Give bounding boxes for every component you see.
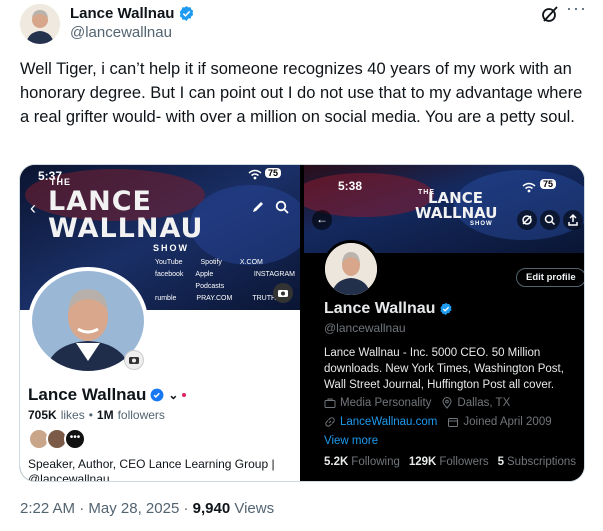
badge-pray: PRAY.COM — [196, 295, 233, 302]
view-more-link[interactable]: View more — [324, 435, 378, 447]
right-profile-name-row: Lance Wallnau — [324, 300, 453, 318]
left-edit-icon[interactable] — [251, 200, 265, 214]
following-label[interactable]: Following — [351, 456, 400, 468]
link-icon — [325, 417, 335, 427]
left-verified-icon — [150, 388, 164, 402]
left-bio-line: Speaker, Author, CEO Lance Learning Grou… — [28, 457, 275, 471]
right-verified-icon — [440, 302, 452, 316]
location-pin-icon — [442, 397, 452, 409]
meta-separator: · — [183, 500, 189, 517]
badge-apple: Apple Podcasts — [195, 271, 225, 290]
left-avatar-camera-icon[interactable] — [124, 350, 144, 370]
tweet-meta: 2:22 AM · May 28, 2025 · 9,940 Views — [20, 500, 274, 517]
author-name-row[interactable]: Lance Wallnau — [70, 5, 195, 22]
left-followers-label: followers — [117, 408, 165, 422]
right-share-icon[interactable] — [563, 210, 583, 230]
right-meta-row1: Media Personality Dallas, TX — [324, 397, 510, 409]
badge-youtube: YouTube — [155, 259, 183, 266]
author-handle[interactable]: @lancewallnau — [70, 24, 172, 41]
left-battery: 75 — [265, 168, 282, 178]
more-followers-icon: ••• — [64, 428, 86, 450]
left-banner-camera-icon[interactable] — [273, 283, 293, 303]
briefcase-icon — [324, 398, 336, 408]
views-count: 9,940 — [192, 500, 231, 517]
right-location: Dallas, TX — [457, 397, 511, 409]
subscriptions-count[interactable]: 5 — [498, 456, 504, 468]
left-banner-wallnau: WALLNAU — [48, 213, 204, 244]
right-wifi-icon — [522, 180, 536, 198]
right-bio-line1: Lance Wallnau - Inc. 5000 CEO. 50 Millio… — [324, 347, 541, 359]
left-red-dot — [182, 393, 187, 397]
badge-rumble: rumble — [155, 295, 177, 302]
right-battery: 75 — [540, 179, 557, 189]
right-stats: 5.2K Following 129K Followers 5 Subscrip… — [324, 456, 576, 468]
right-profile-name: Lance Wallnau — [324, 300, 436, 317]
left-follower-avatars[interactable]: ••• — [28, 428, 86, 450]
badge-x: X.COM — [239, 259, 263, 266]
tweet-text: Well Tiger, i can’t help it if someone r… — [20, 60, 583, 126]
grok-icon[interactable] — [540, 4, 560, 24]
right-search-icon[interactable] — [540, 210, 560, 230]
left-chevron-down-icon[interactable]: ⌄ — [168, 388, 178, 402]
right-profile-avatar[interactable] — [322, 240, 380, 298]
author-name[interactable]: Lance Wallnau — [70, 5, 174, 22]
left-banner-show: SHOW — [153, 243, 189, 253]
right-banner-show: SHOW — [470, 221, 493, 227]
left-search-icon[interactable] — [275, 200, 289, 214]
right-category: Media Personality — [340, 397, 432, 409]
left-profile-name: Lance Wallnau — [28, 385, 147, 404]
meta-separator: · — [79, 500, 85, 517]
left-wifi-icon — [248, 169, 262, 183]
following-count[interactable]: 5.2K — [324, 456, 348, 468]
right-profile-handle: @lancewallnau — [324, 321, 406, 335]
left-profile-name-row: Lance Wallnau ⌄ — [28, 385, 187, 405]
more-options-icon[interactable]: ··· — [566, 0, 587, 19]
tweet-media[interactable]: 5:37 75 ‹ THE LANCE WALLNAU SHOW YouTube… — [19, 164, 585, 482]
tweet-time[interactable]: 2:22 AM — [20, 500, 75, 517]
followers-label[interactable]: Followers — [439, 456, 488, 468]
left-bio-handle: @lancewallnau — [28, 472, 110, 482]
right-bio: Lance Wallnau - Inc. 5000 CEO. 50 Millio… — [324, 345, 584, 393]
right-status-time: 5:38 — [338, 179, 363, 193]
right-bio-line3: Wall Street Journal, Huffington Post all… — [324, 379, 555, 391]
author-avatar[interactable] — [20, 4, 60, 44]
left-back-icon[interactable]: ‹ — [30, 198, 36, 219]
right-bio-line2: downloads. New York Times, Washington Po… — [324, 363, 564, 375]
left-bio: Speaker, Author, CEO Lance Learning Grou… — [28, 457, 298, 482]
right-banner-wallnau: WALLNAU — [415, 204, 498, 222]
views-label: Views — [234, 500, 275, 517]
right-website-link[interactable]: LanceWallnau.com — [340, 416, 437, 428]
left-stats: 705K likes • 1M followers — [28, 408, 165, 422]
tweet-date[interactable]: May 28, 2025 — [88, 500, 179, 517]
left-likes-count: 705K — [28, 408, 57, 422]
right-grok-icon[interactable] — [517, 210, 537, 230]
left-likes-label: likes — [60, 408, 85, 422]
badge-facebook: facebook — [155, 271, 184, 278]
badge-spotify: Spotify — [200, 259, 222, 266]
followers-count[interactable]: 129K — [409, 456, 437, 468]
right-screenshot[interactable]: 5:38 75 THE LANCE WALLNAU SHOW ← Edit pr… — [304, 165, 584, 481]
right-meta-row2: LanceWallnau.com Joined April 2009 — [324, 416, 552, 428]
left-screenshot[interactable]: 5:37 75 ‹ THE LANCE WALLNAU SHOW YouTube… — [20, 165, 300, 482]
calendar-icon — [448, 418, 459, 427]
edit-profile-button[interactable]: Edit profile — [516, 268, 584, 287]
left-followers-count: 1M — [96, 408, 114, 422]
right-back-arrow-icon[interactable]: ← — [312, 210, 332, 230]
right-joined: Joined April 2009 — [463, 416, 552, 428]
verified-badge-icon — [180, 6, 194, 21]
subscriptions-label[interactable]: Subscriptions — [507, 456, 576, 468]
